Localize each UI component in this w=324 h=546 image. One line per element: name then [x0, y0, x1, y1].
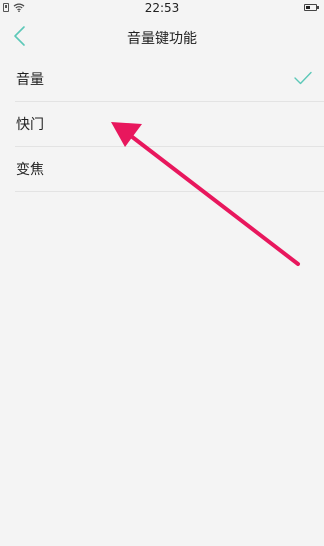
- battery-icon: [304, 4, 319, 11]
- check-icon: [294, 71, 312, 85]
- option-zoom[interactable]: 变焦: [15, 147, 324, 192]
- status-bar: 22:53: [0, 0, 324, 17]
- status-time: 22:53: [144, 1, 180, 15]
- header: 音量键功能: [0, 17, 324, 57]
- option-label: 音量: [16, 72, 44, 88]
- options-list: 音量 快门 变焦: [0, 57, 324, 192]
- page-title: 音量键功能: [127, 31, 197, 47]
- option-shutter[interactable]: 快门: [15, 102, 324, 147]
- option-label: 快门: [16, 117, 44, 133]
- option-label: 变焦: [16, 162, 44, 178]
- option-volume[interactable]: 音量: [15, 57, 324, 102]
